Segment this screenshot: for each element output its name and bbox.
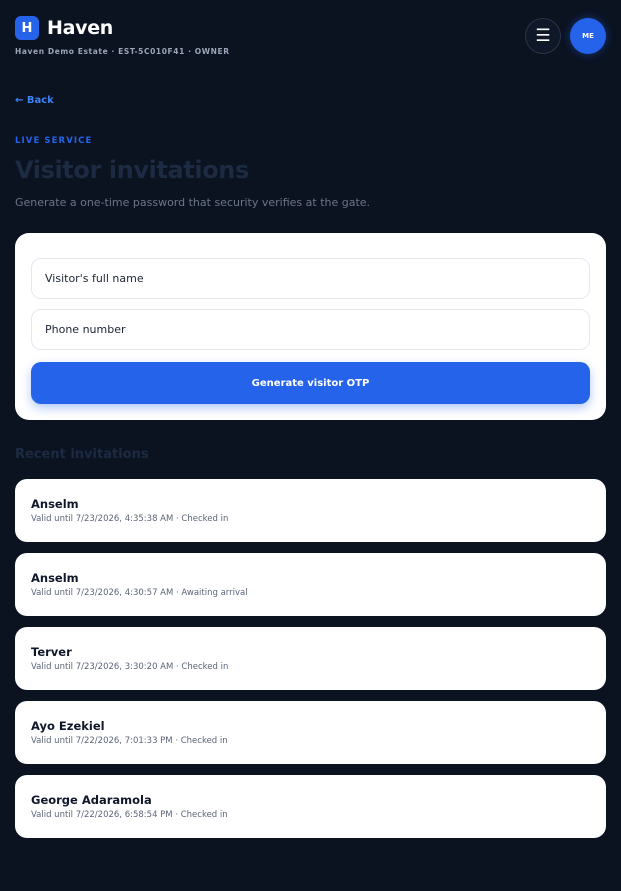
recent-invitations-title: Recent invitations: [15, 447, 149, 462]
invitation-form-card: Generate visitor OTP: [15, 233, 606, 420]
visitor-name: Terver: [31, 645, 72, 659]
back-link[interactable]: ← Back: [15, 95, 54, 106]
invitation-item[interactable]: Anselm Valid until 7/23/2026, 4:30:57 AM…: [15, 553, 606, 616]
invitation-status: Valid until 7/23/2026, 4:30:57 AM · Awai…: [31, 588, 248, 598]
invitation-item[interactable]: Terver Valid until 7/23/2026, 3:30:20 AM…: [15, 627, 606, 690]
phone-number-input[interactable]: [31, 309, 590, 350]
visitor-name: Ayo Ezekiel: [31, 719, 105, 733]
page-title: Visitor invitations: [15, 156, 249, 184]
brand-name: Haven: [47, 17, 114, 39]
hamburger-icon: ☰: [535, 26, 551, 46]
invitation-item[interactable]: Ayo Ezekiel Valid until 7/22/2026, 7:01:…: [15, 701, 606, 764]
visitor-name: Anselm: [31, 497, 79, 511]
brand[interactable]: H Haven: [15, 16, 113, 40]
page-subtitle: Generate a one-time password that securi…: [15, 196, 371, 209]
page: H Haven Haven Demo Estate · EST-5C010F41…: [0, 0, 621, 891]
user-avatar[interactable]: ME: [570, 18, 606, 54]
invitation-status: Valid until 7/22/2026, 6:58:54 PM · Chec…: [31, 810, 228, 820]
haven-logo-icon: H: [15, 16, 39, 40]
invitation-item[interactable]: Anselm Valid until 7/23/2026, 4:35:38 AM…: [15, 479, 606, 542]
invitation-list: Anselm Valid until 7/23/2026, 4:35:38 AM…: [15, 479, 606, 849]
generate-otp-button[interactable]: Generate visitor OTP: [31, 362, 590, 404]
estate-info: Haven Demo Estate · EST-5C010F41 · OWNER: [15, 47, 230, 56]
invitation-status: Valid until 7/23/2026, 4:35:38 AM · Chec…: [31, 514, 229, 524]
menu-button[interactable]: ☰: [525, 18, 561, 54]
visitor-name: Anselm: [31, 571, 79, 585]
invitation-status: Valid until 7/23/2026, 3:30:20 AM · Chec…: [31, 662, 229, 672]
invitation-item[interactable]: George Adaramola Valid until 7/22/2026, …: [15, 775, 606, 838]
visitor-name: George Adaramola: [31, 793, 152, 807]
section-eyebrow: LIVE SERVICE: [15, 136, 93, 146]
visitor-name-input[interactable]: [31, 258, 590, 299]
app-header: H Haven Haven Demo Estate · EST-5C010F41…: [15, 0, 606, 70]
invitation-status: Valid until 7/22/2026, 7:01:33 PM · Chec…: [31, 736, 228, 746]
